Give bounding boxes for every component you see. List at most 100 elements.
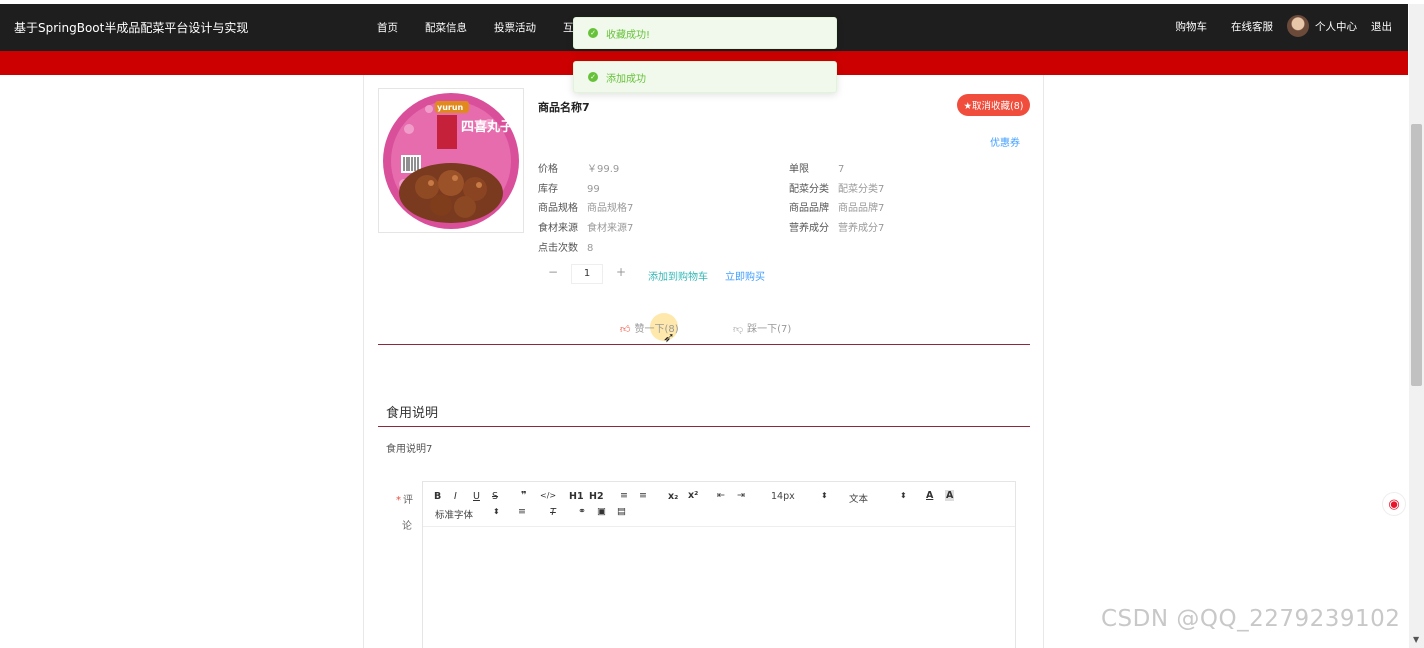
service-link[interactable]: 在线客服 bbox=[1231, 19, 1273, 34]
header2-button[interactable]: H2 bbox=[589, 491, 604, 502]
usage-body: 食用说明7 bbox=[386, 444, 433, 455]
product-image-art: yurun 四喜丸子 bbox=[383, 93, 519, 229]
code-block-button[interactable]: </> bbox=[540, 491, 556, 500]
bold-button[interactable]: B bbox=[434, 491, 441, 502]
usage-title: 食用说明 bbox=[386, 406, 439, 421]
user-nav: 购物车 在线客服 个人中心 退出 bbox=[1152, 15, 1392, 37]
logout-link[interactable]: 退出 bbox=[1371, 19, 1392, 34]
avatar[interactable] bbox=[1287, 15, 1309, 37]
bullet-list-button[interactable]: ≡ bbox=[639, 490, 647, 501]
toast-add-success: ✓ 添加成功 bbox=[573, 61, 837, 93]
toast-favorite-success: ✓ 收藏成功! bbox=[573, 17, 837, 49]
attr-label: 配菜分类 bbox=[789, 184, 829, 195]
header-select[interactable]: 文本 bbox=[849, 491, 868, 505]
comment-label-char-1: 评 bbox=[403, 495, 413, 506]
section-divider bbox=[378, 344, 1030, 345]
indent-button[interactable]: ⇥ bbox=[737, 490, 745, 501]
product-pack-text: 四喜丸子 bbox=[461, 119, 513, 135]
scroll-down-arrow-icon[interactable]: ▼ bbox=[1413, 635, 1419, 644]
watermark: CSDN @QQ_2279239102 bbox=[1101, 606, 1401, 632]
strike-button[interactable]: S bbox=[492, 491, 498, 502]
coupon-link[interactable]: 优惠券 bbox=[990, 134, 1020, 149]
font-size-select[interactable]: 14px bbox=[771, 491, 795, 502]
required-mark: * bbox=[396, 495, 401, 506]
dislike-button[interactable]: 👎︎ 踩一下(7) bbox=[733, 320, 791, 335]
attr-clicks: 点击次数 8 bbox=[538, 239, 593, 254]
underline-button[interactable]: U bbox=[473, 491, 480, 502]
nav-item-dishes[interactable]: 配菜信息 bbox=[425, 20, 467, 35]
page-scrollbar[interactable]: ▼ bbox=[1409, 4, 1424, 648]
product-brand: yurun bbox=[437, 103, 464, 112]
product-title: 商品名称7 bbox=[538, 101, 590, 114]
add-to-cart-button[interactable]: 添加到购物车 bbox=[648, 268, 708, 283]
product-image: yurun 四喜丸子 bbox=[378, 88, 524, 233]
attr-label: 点击次数 bbox=[538, 243, 578, 254]
font-family-select[interactable]: 标准字体 bbox=[435, 507, 473, 521]
attr-label: 单限 bbox=[789, 164, 809, 175]
attr-value: 99 bbox=[587, 184, 600, 195]
quantity-decrease-button[interactable]: − bbox=[548, 265, 558, 279]
scrollbar-thumb[interactable] bbox=[1411, 124, 1422, 386]
weibo-share-icon[interactable]: ◉ bbox=[1382, 492, 1406, 516]
attr-brand: 商品品牌 商品品牌7 bbox=[789, 199, 884, 214]
user-center-link[interactable]: 个人中心 bbox=[1315, 19, 1357, 34]
attr-value: 食材来源7 bbox=[587, 223, 634, 234]
outdent-button[interactable]: ⇤ bbox=[717, 490, 725, 501]
unfavorite-button[interactable]: ★取消收藏(8) bbox=[957, 94, 1030, 116]
background-color-button[interactable]: A bbox=[945, 490, 955, 501]
attr-label: 食材来源 bbox=[538, 223, 578, 234]
attr-label: 商品规格 bbox=[538, 203, 578, 214]
attr-label: 价格 bbox=[538, 164, 558, 175]
superscript-button[interactable]: x² bbox=[688, 490, 698, 501]
ordered-list-button[interactable]: ≡ bbox=[620, 490, 628, 501]
font-color-button[interactable]: A bbox=[926, 490, 933, 501]
comment-label-char-2: 论 bbox=[402, 521, 412, 532]
attr-stock: 库存 99 bbox=[538, 180, 600, 195]
blockquote-button[interactable]: ❞ bbox=[521, 490, 527, 501]
attr-price: 价格 ￥99.9 bbox=[538, 160, 619, 175]
attr-category: 配菜分类 配菜分类7 bbox=[789, 180, 884, 195]
quantity-input[interactable]: 1 bbox=[571, 264, 603, 284]
nav-item-home[interactable]: 首页 bbox=[377, 20, 398, 35]
buy-now-button[interactable]: 立即购买 bbox=[725, 268, 765, 283]
attr-label: 营养成分 bbox=[789, 223, 829, 234]
attr-label: 库存 bbox=[538, 184, 558, 195]
chevron-updown-icon: ⬍ bbox=[900, 491, 907, 500]
attr-label: 商品品牌 bbox=[789, 203, 829, 214]
attr-value: 商品规格7 bbox=[587, 203, 634, 214]
link-button[interactable]: ⚭ bbox=[578, 506, 586, 517]
check-circle-icon: ✓ bbox=[588, 72, 598, 82]
header1-button[interactable]: H1 bbox=[569, 491, 584, 502]
nav-item-vote[interactable]: 投票活动 bbox=[494, 20, 536, 35]
attr-source: 食材来源 食材来源7 bbox=[538, 219, 633, 234]
thumbs-up-icon: 👍︎ bbox=[620, 324, 631, 335]
quantity-increase-button[interactable]: + bbox=[616, 265, 626, 279]
comment-editor[interactable]: B I U S ❞ </> H1 H2 ≡ ≡ x₂ x² ⇤ ⇥ 14px ⬍… bbox=[422, 481, 1016, 648]
attr-value: 配菜分类7 bbox=[838, 184, 885, 195]
toast-message: 收藏成功! bbox=[606, 29, 651, 41]
attr-value: 7 bbox=[838, 164, 845, 175]
thumbs-down-icon: 👎︎ bbox=[733, 324, 744, 335]
section-divider bbox=[378, 426, 1030, 427]
dislike-label: 踩一下(7) bbox=[747, 324, 792, 335]
attr-spec: 商品规格 商品规格7 bbox=[538, 199, 633, 214]
toast-message: 添加成功 bbox=[606, 73, 646, 85]
attr-nutrition: 营养成分 营养成分7 bbox=[789, 219, 884, 234]
chevron-updown-icon: ⬍ bbox=[821, 491, 828, 500]
attr-value: ￥99.9 bbox=[587, 164, 620, 175]
comment-label: * 评 论 bbox=[396, 488, 416, 540]
attr-value: 8 bbox=[587, 243, 594, 254]
align-button[interactable]: ≡ bbox=[518, 506, 526, 517]
cart-link[interactable]: 购物车 bbox=[1176, 19, 1208, 34]
video-button[interactable]: ▤ bbox=[617, 506, 626, 517]
subscript-button[interactable]: x₂ bbox=[668, 491, 678, 502]
attr-value: 营养成分7 bbox=[838, 223, 885, 234]
image-button[interactable]: ▣ bbox=[597, 506, 606, 517]
clean-format-button[interactable]: T bbox=[550, 507, 556, 518]
editor-toolbar: B I U S ❞ </> H1 H2 ≡ ≡ x₂ x² ⇤ ⇥ 14px ⬍… bbox=[423, 482, 1015, 527]
attr-value: 商品品牌7 bbox=[838, 203, 885, 214]
italic-button[interactable]: I bbox=[454, 491, 457, 502]
chevron-updown-icon: ⬍ bbox=[493, 507, 500, 516]
check-circle-icon: ✓ bbox=[588, 28, 598, 38]
attr-limit: 单限 7 bbox=[789, 160, 844, 175]
